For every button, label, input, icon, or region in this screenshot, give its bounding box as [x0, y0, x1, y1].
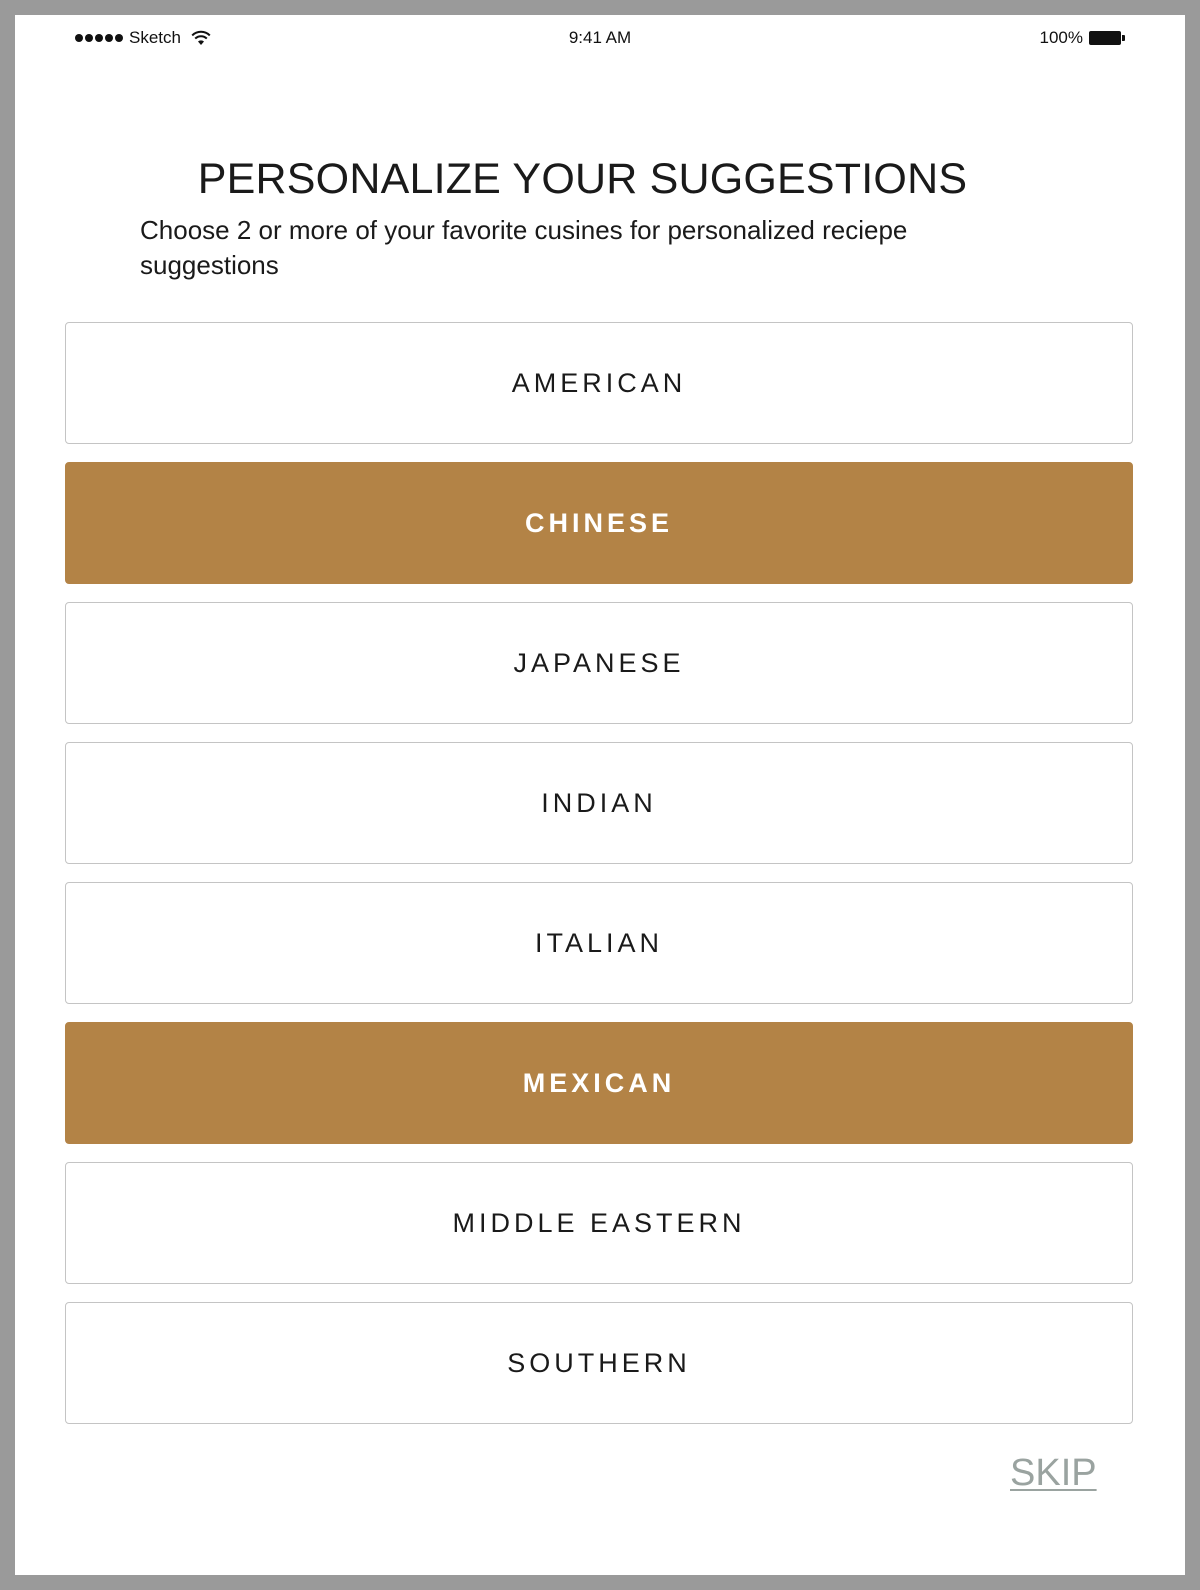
status-bar: Sketch 9:41 AM 100% — [15, 15, 1185, 63]
page-title: PERSONALIZE YOUR SUGGESTIONS — [197, 155, 968, 203]
device-screen: Sketch 9:41 AM 100% PERSONALIZE YOUR SUG… — [15, 15, 1185, 1575]
cuisine-list: AMERICAN CHINESE JAPANESE INDIAN ITALIAN… — [65, 322, 1135, 1442]
cuisine-option-label: CHINESE — [524, 507, 674, 538]
battery-percent: 100% — [1039, 28, 1083, 47]
cuisine-option-label: ITALIAN — [534, 927, 664, 958]
cuisine-option-indian[interactable]: INDIAN — [65, 742, 1133, 864]
cuisine-option-middle-eastern[interactable]: MIDDLE EASTERN — [65, 1162, 1133, 1284]
cuisine-option-label: JAPANESE — [513, 647, 685, 678]
cuisine-option-chinese[interactable]: CHINESE — [65, 462, 1133, 584]
cuisine-option-label: SOUTHERN — [507, 1347, 691, 1378]
cuisine-option-american[interactable]: AMERICAN — [65, 322, 1133, 444]
cuisine-option-japanese[interactable]: JAPANESE — [65, 602, 1133, 724]
cuisine-option-label: INDIAN — [541, 787, 657, 818]
battery-icon — [1089, 31, 1125, 45]
cuisine-option-label: MEXICAN — [522, 1067, 676, 1098]
page-subtitle: Choose 2 or more of your favorite cusine… — [140, 215, 908, 280]
status-bar-time: 9:41 AM — [568, 28, 632, 47]
cuisine-option-italian[interactable]: ITALIAN — [65, 882, 1133, 1004]
status-bar-right: 100% — [1040, 28, 1125, 48]
cuisine-option-mexican[interactable]: MEXICAN — [65, 1022, 1133, 1144]
cuisine-option-southern[interactable]: SOUTHERN — [65, 1302, 1133, 1424]
cuisine-option-label: MIDDLE EASTERN — [452, 1207, 746, 1238]
skip-link[interactable]: SKIP — [1010, 1452, 1097, 1495]
cuisine-option-label: AMERICAN — [511, 367, 687, 398]
